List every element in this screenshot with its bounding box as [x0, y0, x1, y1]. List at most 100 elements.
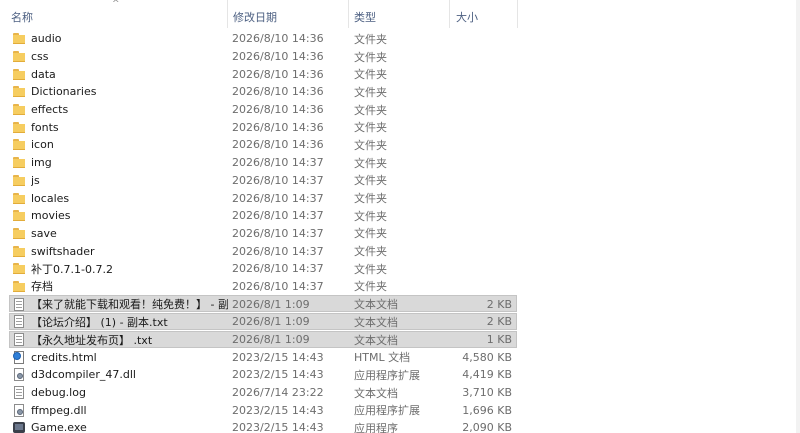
file-row[interactable]: js 2026/8/10 14:37 文件夹	[0, 172, 800, 190]
file-name-cell[interactable]: js	[0, 174, 228, 187]
column-header-type[interactable]: 类型	[349, 0, 450, 28]
column-header-name[interactable]: ^ 名称	[0, 0, 228, 28]
file-row[interactable]: 补丁0.7.1-0.7.2 2026/8/10 14:37 文件夹	[0, 260, 800, 278]
file-modified-date: 2026/8/10 14:36	[232, 50, 324, 64]
file-name-cell[interactable]: img	[0, 156, 228, 169]
file-name-cell[interactable]: data	[0, 68, 228, 81]
file-row[interactable]: audio 2026/8/10 14:36 文件夹	[0, 30, 800, 48]
file-name-cell[interactable]: movies	[0, 209, 228, 222]
file-size: 4,419 KB	[462, 368, 512, 382]
folder-icon	[13, 68, 25, 81]
file-name-cell[interactable]: credits.html	[0, 350, 228, 364]
file-name-cell[interactable]: save	[0, 227, 228, 240]
column-header-size[interactable]: 大小	[450, 0, 518, 28]
file-name-cell[interactable]: locales	[0, 192, 228, 205]
folder-icon	[13, 85, 25, 98]
file-type: 文件夹	[354, 68, 387, 82]
file-row[interactable]: fonts 2026/8/10 14:36 文件夹	[0, 118, 800, 136]
file-name-cell[interactable]: debug.log	[0, 386, 228, 400]
file-row[interactable]: css 2026/8/10 14:36 文件夹	[0, 48, 800, 66]
file-row[interactable]: Dictionaries 2026/8/10 14:36 文件夹	[0, 83, 800, 101]
file-size: 4,580 KB	[462, 350, 512, 364]
file-name-cell[interactable]: 【来了就能下载和观看！纯免费！】 - 副...	[0, 296, 228, 312]
file-row[interactable]: movies 2026/8/10 14:37 文件夹	[0, 207, 800, 225]
folder-icon	[13, 156, 25, 169]
text-file-icon	[13, 333, 25, 347]
file-type: 文件夹	[354, 121, 387, 135]
text-file-icon	[13, 297, 25, 311]
file-name-cell[interactable]: Game.exe	[0, 421, 228, 433]
file-name-cell[interactable]: fonts	[0, 121, 228, 134]
file-row[interactable]: img 2026/8/10 14:37 文件夹	[0, 154, 800, 172]
dll-file-icon	[13, 368, 25, 382]
folder-icon	[13, 262, 25, 275]
file-type: 文件夹	[354, 138, 387, 152]
file-name-cell[interactable]: 补丁0.7.1-0.7.2	[0, 261, 228, 277]
file-row[interactable]: data 2026/8/10 14:36 文件夹	[0, 65, 800, 83]
file-type: 文件夹	[354, 280, 387, 294]
file-modified-date: 2026/8/10 14:36	[232, 120, 324, 134]
vertical-scrollbar[interactable]	[796, 0, 800, 433]
file-row[interactable]: Game.exe 2023/2/15 14:43 应用程序 2,090 KB	[0, 419, 800, 433]
file-modified-date: 2023/2/15 14:43	[232, 350, 324, 364]
file-name-cell[interactable]: ffmpeg.dll	[0, 403, 228, 417]
file-row[interactable]: 【永久地址发布页】 .txt 2026/8/1 1:09 文本文档 1 KB	[0, 330, 800, 349]
folder-icon	[13, 50, 25, 63]
file-type: 文件夹	[354, 156, 387, 170]
file-name: icon	[31, 138, 54, 152]
file-row[interactable]: icon 2026/8/10 14:36 文件夹	[0, 136, 800, 154]
folder-icon	[13, 103, 25, 116]
file-type: 文件夹	[354, 227, 387, 241]
file-row[interactable]: 【论坛介绍】 (1) - 副本.txt 2026/8/1 1:09 文本文档 2 KB	[0, 313, 800, 331]
file-name-cell[interactable]: effects	[0, 103, 228, 116]
file-size: 1 KB	[486, 333, 512, 347]
file-name: save	[31, 226, 57, 240]
file-type: 应用程序扩展	[354, 368, 420, 382]
file-name-cell[interactable]: 【论坛介绍】 (1) - 副本.txt	[0, 314, 228, 330]
column-header-name-label: 名称	[11, 11, 33, 24]
file-row[interactable]: swiftshader 2026/8/10 14:37 文件夹	[0, 242, 800, 260]
text-file-icon	[13, 315, 25, 329]
file-modified-date: 2026/8/10 14:36	[232, 103, 324, 117]
file-name-cell[interactable]: d3dcompiler_47.dll	[0, 368, 228, 382]
column-header-size-label: 大小	[456, 11, 478, 24]
file-modified-date: 2026/8/10 14:37	[232, 262, 324, 276]
file-row[interactable]: save 2026/8/10 14:37 文件夹	[0, 225, 800, 243]
file-type: 应用程序扩展	[354, 404, 420, 418]
folder-icon	[13, 209, 25, 222]
file-name: 补丁0.7.1-0.7.2	[31, 262, 113, 276]
file-name-cell[interactable]: swiftshader	[0, 245, 228, 258]
folder-icon	[13, 192, 25, 205]
file-row[interactable]: 存档 2026/8/10 14:37 文件夹	[0, 278, 800, 296]
file-row[interactable]: effects 2026/8/10 14:36 文件夹	[0, 101, 800, 119]
file-name-cell[interactable]: audio	[0, 32, 228, 45]
file-modified-date: 2026/8/10 14:36	[232, 85, 324, 99]
column-header-date[interactable]: 修改日期	[228, 0, 349, 28]
file-name: fonts	[31, 120, 59, 134]
file-modified-date: 2023/2/15 14:43	[232, 421, 324, 433]
file-row[interactable]: d3dcompiler_47.dll 2023/2/15 14:43 应用程序扩展 4…	[0, 366, 800, 384]
file-row[interactable]: 【来了就能下载和观看！纯免费！】 - 副... 2026/8/1 1:09 文本文档…	[0, 295, 800, 313]
file-name-cell[interactable]: icon	[0, 138, 228, 151]
file-row[interactable]: debug.log 2026/7/14 23:22 文本文档 3,710 KB	[0, 384, 800, 402]
file-row[interactable]: credits.html 2023/2/15 14:43 HTML 文档 4,580 …	[0, 348, 800, 366]
file-name: 存档	[31, 280, 53, 294]
folder-icon	[13, 227, 25, 240]
file-size: 2,090 KB	[462, 421, 512, 433]
file-modified-date: 2026/8/10 14:37	[232, 279, 324, 293]
file-name: data	[31, 67, 56, 81]
file-name-cell[interactable]: css	[0, 50, 228, 63]
file-name-cell[interactable]: Dictionaries	[0, 85, 228, 98]
file-name: effects	[31, 103, 69, 117]
file-row[interactable]: ffmpeg.dll 2023/2/15 14:43 应用程序扩展 1,696 KB	[0, 401, 800, 419]
file-name-cell[interactable]: 存档	[0, 278, 228, 294]
file-row[interactable]: locales 2026/8/10 14:37 文件夹	[0, 189, 800, 207]
file-modified-date: 2026/8/10 14:37	[232, 226, 324, 240]
file-modified-date: 2026/8/10 14:36	[232, 138, 324, 152]
file-name: 【论坛介绍】 (1) - 副本.txt	[31, 315, 168, 329]
file-type: 文件夹	[354, 192, 387, 206]
file-type: 文本文档	[354, 386, 398, 400]
file-name: css	[31, 50, 49, 64]
file-name-cell[interactable]: 【永久地址发布页】 .txt	[0, 332, 228, 348]
file-modified-date: 2026/8/10 14:36	[232, 67, 324, 81]
